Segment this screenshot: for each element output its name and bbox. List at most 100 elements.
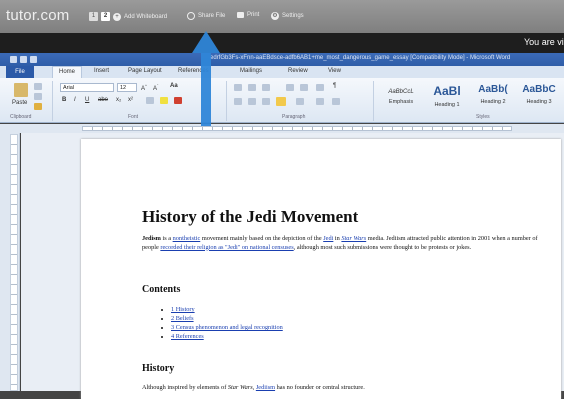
save-icon[interactable] bbox=[20, 56, 27, 63]
styles-group-label: Styles bbox=[476, 114, 490, 120]
text-run: Although inspired by elements of bbox=[142, 384, 228, 391]
font-size-select[interactable]: 12 bbox=[117, 83, 137, 92]
tab-page-layout[interactable]: Page Layout bbox=[128, 68, 162, 74]
print-button[interactable]: Print bbox=[237, 12, 259, 18]
tab-home[interactable]: Home bbox=[52, 66, 82, 78]
highlight-icon[interactable] bbox=[160, 97, 168, 104]
undo-icon[interactable] bbox=[30, 56, 37, 63]
table-of-contents: 1 History 2 Beliefs 3 Census phenomenon … bbox=[161, 305, 283, 341]
up-arrow-annotation bbox=[192, 31, 220, 126]
link-nontheistic[interactable]: nontheistic bbox=[173, 235, 201, 242]
tab-mailings[interactable]: Mailings bbox=[240, 68, 262, 74]
plus-icon: + bbox=[113, 12, 121, 21]
document-page[interactable]: History of the Jedi Movement Jedism is a… bbox=[81, 139, 561, 399]
session-toolbar: tutor.com 1 2 + Add Whiteboard Share Fil… bbox=[0, 0, 564, 33]
printer-icon bbox=[237, 12, 244, 18]
add-whiteboard-button[interactable]: Add Whiteboard bbox=[124, 14, 167, 20]
share-file-button[interactable]: Share File bbox=[187, 12, 225, 20]
superscript-button[interactable]: x² bbox=[128, 97, 133, 103]
toc-item[interactable]: 3 Census phenomenon and legal recognitio… bbox=[171, 323, 283, 332]
link-jediism[interactable]: Jediism bbox=[256, 384, 275, 391]
bold-button[interactable]: B bbox=[62, 97, 66, 103]
line-spacing-icon[interactable] bbox=[296, 98, 304, 105]
paste-icon[interactable] bbox=[14, 83, 28, 97]
print-label: Print bbox=[247, 12, 260, 18]
link-jedi[interactable]: Jedi bbox=[323, 235, 333, 242]
align-right-icon[interactable] bbox=[262, 98, 270, 105]
toc-link[interactable]: 1 History bbox=[171, 306, 195, 313]
style-sample: AaBbCcL bbox=[388, 89, 414, 95]
justify-icon[interactable] bbox=[276, 97, 286, 106]
text-run: has no founder or central structure. bbox=[275, 384, 365, 391]
change-case-button[interactable]: Aa bbox=[170, 83, 178, 89]
link-star-wars[interactable]: Star Wars bbox=[341, 235, 366, 242]
format-painter-icon[interactable] bbox=[34, 103, 42, 110]
style-heading-3[interactable]: AaBbC Heading 3 bbox=[516, 82, 562, 112]
increase-indent-icon[interactable] bbox=[300, 84, 308, 91]
style-heading-1[interactable]: AaBl Heading 1 bbox=[424, 82, 470, 112]
cut-icon[interactable] bbox=[34, 83, 42, 90]
ribbon-separator bbox=[226, 81, 227, 121]
style-emphasis[interactable]: AaBbCcL Emphasis bbox=[378, 82, 424, 112]
toc-link[interactable]: 3 Census phenomenon and legal recognitio… bbox=[171, 324, 283, 331]
align-left-icon[interactable] bbox=[234, 98, 242, 105]
font-name-select[interactable]: Arial bbox=[60, 83, 114, 92]
text-effects-icon[interactable] bbox=[146, 97, 154, 104]
strikethrough-button[interactable]: abe bbox=[98, 97, 108, 103]
tab-review[interactable]: Review bbox=[288, 68, 308, 74]
toc-link[interactable]: 4 References bbox=[171, 333, 204, 340]
shrink-font-button[interactable]: Aˇ bbox=[153, 83, 158, 92]
sort-icon[interactable] bbox=[316, 84, 324, 91]
word-app-icon[interactable] bbox=[10, 56, 17, 63]
text-run-italic: Star Wars bbox=[227, 384, 253, 391]
multilevel-list-icon[interactable] bbox=[262, 84, 270, 91]
grow-font-button[interactable]: A^ bbox=[141, 83, 147, 92]
text-run: is a bbox=[160, 235, 173, 242]
toc-item[interactable]: 4 References bbox=[171, 332, 283, 341]
copy-icon[interactable] bbox=[34, 93, 42, 100]
show-formatting-button[interactable]: ¶ bbox=[333, 83, 336, 89]
clipboard-group-label: Clipboard bbox=[10, 114, 32, 120]
link-census[interactable]: recorded their religion as "Jedi" on nat… bbox=[160, 244, 293, 251]
document-window-title: edrfGb3Fs-xFnn-aaEBdsce-adfb6AB1+me_most… bbox=[210, 55, 511, 61]
paste-button[interactable]: Paste bbox=[12, 100, 27, 106]
style-name: Heading 1 bbox=[434, 102, 460, 108]
subscript-button[interactable]: x₂ bbox=[116, 97, 121, 103]
ruler-scale bbox=[82, 126, 512, 131]
tab-file[interactable]: File bbox=[6, 66, 34, 78]
style-heading-2[interactable]: AaBb( Heading 2 bbox=[470, 82, 516, 112]
numbering-icon[interactable] bbox=[248, 84, 256, 91]
shading-icon[interactable] bbox=[316, 98, 324, 105]
toc-link[interactable]: 2 Beliefs bbox=[171, 315, 194, 322]
font-color-icon[interactable] bbox=[174, 97, 182, 104]
italic-button[interactable]: I bbox=[74, 97, 76, 103]
style-sample: AaBbC bbox=[522, 84, 556, 95]
intro-paragraph: Jedism is a nontheistic movement mainly … bbox=[142, 235, 552, 252]
decrease-indent-icon[interactable] bbox=[286, 84, 294, 91]
align-center-icon[interactable] bbox=[248, 98, 256, 105]
viewing-notice-text: You are vie bbox=[524, 37, 564, 47]
font-group-label: Font bbox=[128, 114, 139, 120]
tab-view[interactable]: View bbox=[328, 68, 341, 74]
ribbon-separator bbox=[373, 81, 374, 121]
intro-bold-term: Jedism bbox=[142, 235, 161, 242]
ribbon-tab-bar: File Home Insert Page Layout References … bbox=[0, 66, 564, 78]
underline-button[interactable]: U bbox=[85, 97, 89, 103]
viewing-notice-bar: You are vie bbox=[0, 33, 564, 53]
document-title: History of the Jedi Movement bbox=[142, 207, 359, 226]
toc-item[interactable]: 2 Beliefs bbox=[171, 314, 283, 323]
paragraph-group-label: Paragraph bbox=[282, 114, 306, 120]
style-name: Heading 2 bbox=[480, 99, 506, 105]
toc-item[interactable]: 1 History bbox=[171, 305, 283, 314]
ribbon-separator bbox=[52, 81, 53, 121]
bullets-icon[interactable] bbox=[234, 84, 242, 91]
borders-icon[interactable] bbox=[332, 98, 340, 105]
page-1-button[interactable]: 1 bbox=[89, 12, 98, 21]
tab-insert[interactable]: Insert bbox=[94, 68, 109, 74]
style-sample: AaBb( bbox=[478, 84, 508, 95]
horizontal-ruler[interactable] bbox=[0, 124, 564, 133]
vertical-ruler[interactable] bbox=[10, 134, 18, 391]
page-2-button[interactable]: 2 bbox=[101, 12, 110, 21]
settings-button[interactable]: ⚙ Settings bbox=[271, 12, 304, 20]
settings-label: Settings bbox=[282, 13, 304, 19]
